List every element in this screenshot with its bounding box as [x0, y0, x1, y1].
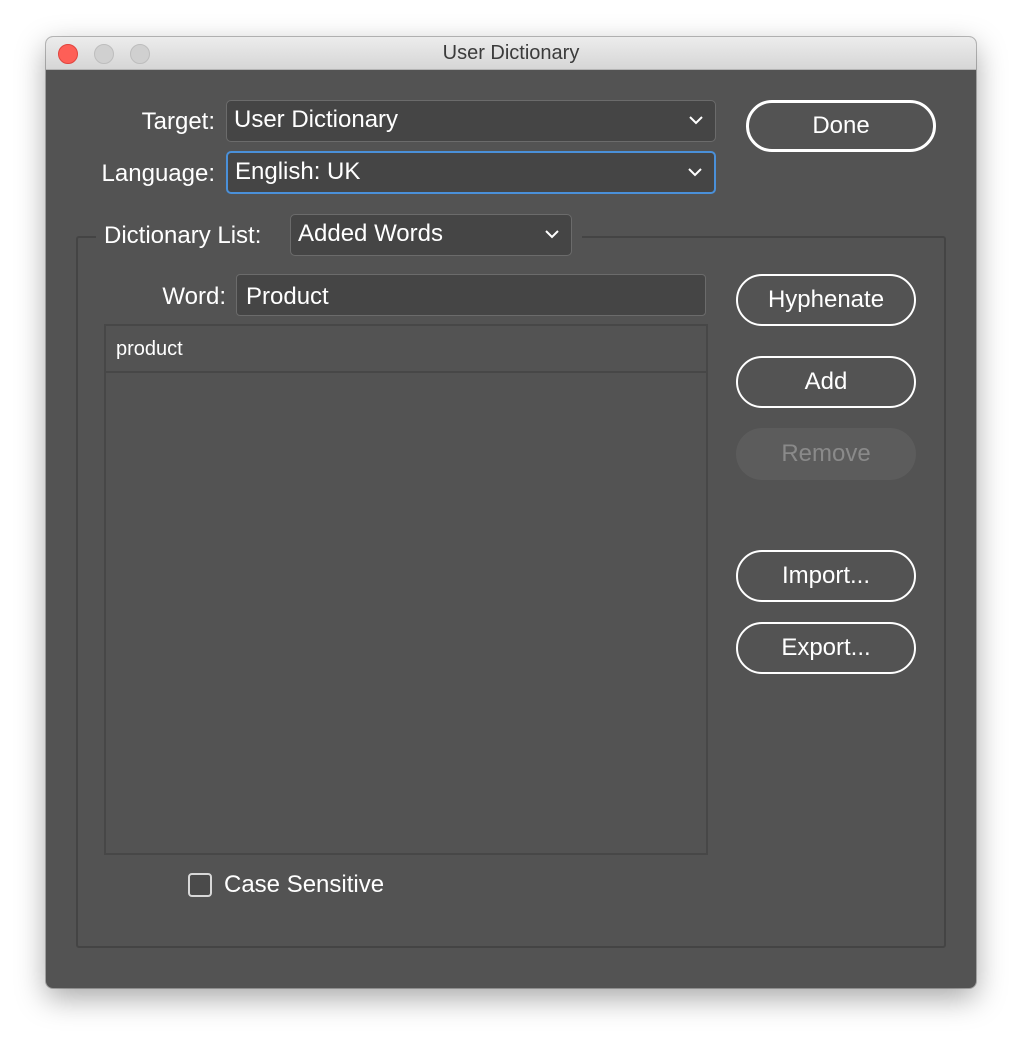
target-select[interactable]: User Dictionary: [226, 100, 716, 142]
word-list[interactable]: product: [104, 324, 708, 855]
user-dictionary-window: User Dictionary Target: User Dictionary …: [46, 37, 976, 988]
import-button[interactable]: Import...: [736, 550, 916, 602]
word-input[interactable]: Product: [236, 274, 706, 316]
chevron-down-icon: [688, 168, 702, 177]
target-label: Target:: [141, 108, 215, 135]
target-value: User Dictionary: [234, 106, 399, 133]
dictionary-list-label: Dictionary List:: [104, 222, 262, 249]
remove-button: Remove: [736, 428, 916, 480]
language-select[interactable]: English: UK: [226, 151, 716, 194]
title-bar: User Dictionary: [46, 37, 976, 70]
language-label: Language:: [101, 160, 215, 187]
list-item-text: product: [116, 338, 183, 360]
case-sensitive-checkbox[interactable]: [188, 873, 212, 897]
export-button[interactable]: Export...: [736, 622, 916, 674]
word-label: Word:: [162, 283, 226, 310]
language-value: English: UK: [235, 158, 361, 185]
list-item[interactable]: product: [106, 326, 706, 373]
chevron-down-icon: [689, 116, 703, 125]
hyphenate-button[interactable]: Hyphenate: [736, 274, 916, 326]
dictionary-list-value: Added Words: [298, 220, 443, 247]
chevron-down-icon: [545, 230, 559, 239]
case-sensitive-label[interactable]: Case Sensitive: [224, 871, 384, 899]
word-value: Product: [246, 283, 329, 310]
window-title: User Dictionary: [442, 42, 580, 64]
dictionary-list-select[interactable]: Added Words: [290, 214, 572, 256]
add-button[interactable]: Add: [736, 356, 916, 408]
done-button[interactable]: Done: [746, 100, 936, 152]
